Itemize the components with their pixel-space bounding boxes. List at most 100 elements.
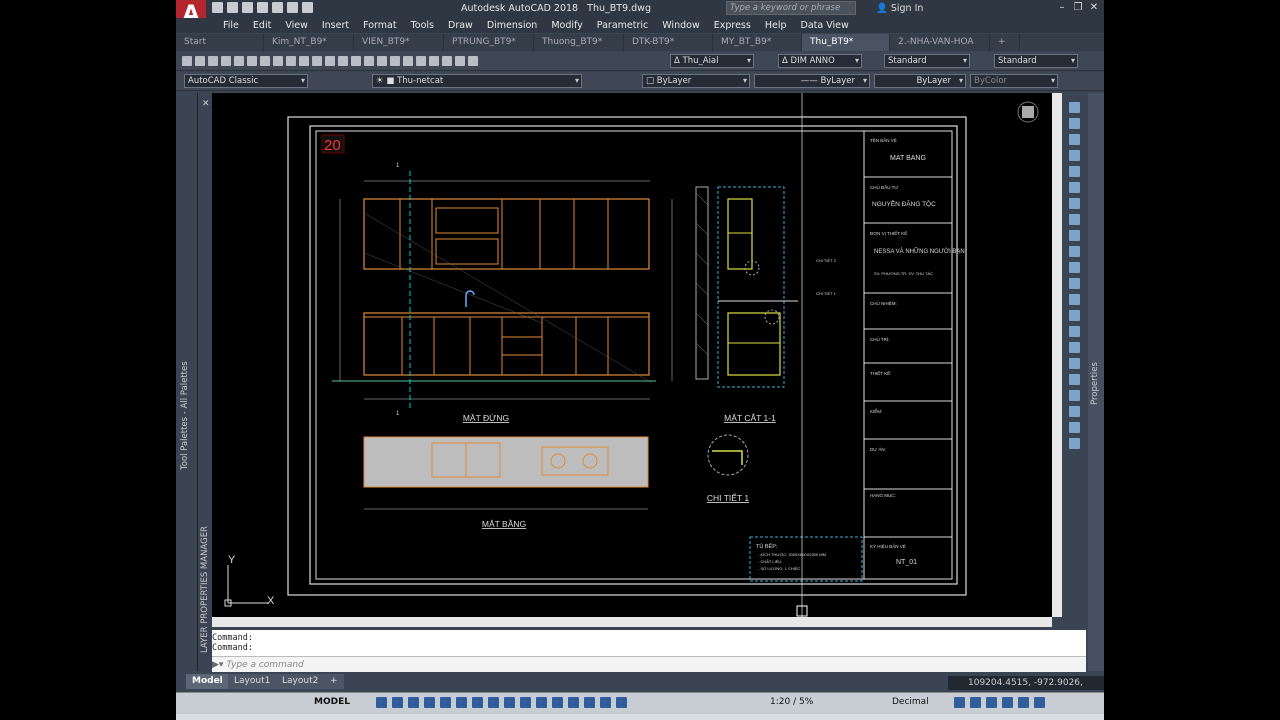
zoom-previous-icon[interactable]	[377, 56, 387, 66]
tab-file[interactable]: 2.-NHA-VAN-HOA	[890, 34, 990, 51]
tab-layout1[interactable]: Layout1	[228, 674, 277, 689]
menu-tools[interactable]: Tools	[404, 18, 441, 33]
horizontal-scrollbar[interactable]	[212, 617, 1052, 627]
text-icon[interactable]	[1068, 422, 1080, 433]
tool-palettes-icon[interactable]	[416, 56, 426, 66]
tool-palettes-bar[interactable]: Tool Palettes - All Palettes	[180, 361, 194, 670]
table-style-select[interactable]: Standard	[884, 54, 970, 68]
tab-file[interactable]: MY_BT_B9*	[713, 34, 802, 51]
sheetset-icon[interactable]	[429, 56, 439, 66]
help-icon[interactable]	[468, 56, 478, 66]
copy-icon[interactable]	[273, 56, 283, 66]
extend-icon[interactable]	[1068, 262, 1080, 273]
publish-icon[interactable]	[247, 56, 257, 66]
linetype-select[interactable]: —— ByLayer	[754, 74, 870, 88]
open-icon[interactable]	[227, 2, 238, 13]
preview-icon[interactable]	[234, 56, 244, 66]
cut-icon[interactable]	[260, 56, 270, 66]
annotation-visibility-icon[interactable]	[600, 697, 611, 708]
saveas-icon[interactable]	[257, 2, 268, 13]
block-icon[interactable]	[1068, 406, 1080, 417]
redo-icon[interactable]	[302, 2, 313, 13]
menu-modify[interactable]: Modify	[544, 18, 589, 33]
zoom-icon[interactable]	[351, 56, 361, 66]
chamfer-icon[interactable]	[1068, 310, 1080, 321]
properties-bar[interactable]: Properties	[1088, 93, 1104, 671]
selection-cycling-icon[interactable]	[520, 697, 531, 708]
color-select[interactable]: □ ByLayer	[642, 74, 750, 88]
add-layout-button[interactable]: +	[324, 674, 344, 689]
join-icon[interactable]	[1068, 294, 1080, 305]
sign-in-button[interactable]: 👤 Sign In	[876, 3, 923, 14]
menu-draw[interactable]: Draw	[441, 18, 480, 33]
dynamic-ucs-icon[interactable]	[552, 697, 563, 708]
print-icon[interactable]	[272, 2, 283, 13]
annotation-scale[interactable]: 1:20 / 5%	[770, 697, 813, 707]
menu-file[interactable]: File	[216, 18, 246, 33]
osnap-icon[interactable]	[472, 697, 483, 708]
selection-filter-icon[interactable]	[568, 697, 579, 708]
clean-screen-icon[interactable]	[1018, 697, 1029, 708]
matchprop-icon[interactable]	[299, 56, 309, 66]
ortho-icon[interactable]	[408, 697, 419, 708]
units-select[interactable]: Decimal	[892, 697, 929, 707]
draworder-icon[interactable]	[1068, 374, 1080, 385]
layer-select[interactable]: ☀ ■ Thu-netcat	[372, 74, 582, 88]
redo-icon[interactable]	[325, 56, 335, 66]
markup-icon[interactable]	[442, 56, 452, 66]
erase-icon[interactable]	[1068, 102, 1080, 113]
tab-file[interactable]: DTK-BT9*	[624, 34, 713, 51]
paste-icon[interactable]	[286, 56, 296, 66]
menu-view[interactable]: View	[278, 18, 315, 33]
open-icon[interactable]	[195, 56, 205, 66]
tab-model[interactable]: Model	[186, 674, 229, 689]
grid-icon[interactable]	[376, 697, 387, 708]
save-icon[interactable]	[242, 2, 253, 13]
lineweight-select[interactable]: ByLayer	[874, 74, 966, 88]
workspace-select[interactable]: AutoCAD Classic	[184, 74, 308, 88]
close-icon[interactable]: ✕	[202, 99, 210, 109]
blend-icon[interactable]	[1068, 342, 1080, 353]
graphics-performance-icon[interactable]	[1002, 697, 1013, 708]
menu-dataview[interactable]: Data View	[794, 18, 856, 33]
stretch-icon[interactable]	[1068, 230, 1080, 241]
tab-active[interactable]: Thu_BT9*	[802, 34, 890, 51]
menu-format[interactable]: Format	[356, 18, 403, 33]
pan-icon[interactable]	[338, 56, 348, 66]
move-icon[interactable]	[1068, 182, 1080, 193]
menu-window[interactable]: Window	[655, 18, 706, 33]
break-icon[interactable]	[1068, 278, 1080, 289]
command-prompt-icon[interactable]: ▶▾	[212, 660, 226, 670]
vertical-scrollbar[interactable]	[1052, 93, 1062, 617]
search-input[interactable]: Type a keyword or phrase	[726, 1, 856, 15]
calc-icon[interactable]	[455, 56, 465, 66]
restore-icon[interactable]: ❐	[1072, 2, 1084, 14]
zoom-window-icon[interactable]	[364, 56, 374, 66]
scale-icon[interactable]	[1068, 214, 1080, 225]
save-icon[interactable]	[208, 56, 218, 66]
layer-manager-bar[interactable]: ✕ LAYER PROPERTIES MANAGER	[198, 93, 212, 671]
dim-style-select[interactable]: Δ DIM ANNO	[778, 54, 862, 68]
isodraft-icon[interactable]	[440, 697, 451, 708]
menu-insert[interactable]: Insert	[315, 18, 356, 33]
autoscale-icon[interactable]	[616, 697, 627, 708]
menu-dimension[interactable]: Dimension	[480, 18, 545, 33]
tab-file[interactable]: PTRUNG_BT9*	[444, 34, 534, 51]
snap-icon[interactable]	[392, 697, 403, 708]
menu-express[interactable]: Express	[707, 18, 758, 33]
isolate-objects-icon[interactable]	[986, 697, 997, 708]
trim-icon[interactable]	[1068, 246, 1080, 257]
array-icon[interactable]	[1068, 166, 1080, 177]
gizmo-icon[interactable]	[584, 697, 595, 708]
model-space-button[interactable]: MODEL	[314, 697, 350, 707]
new-icon[interactable]	[212, 2, 223, 13]
lineweight-icon[interactable]	[488, 697, 499, 708]
tab-file[interactable]: Kim_NT_B9*	[264, 34, 354, 51]
customization-icon[interactable]	[1034, 697, 1045, 708]
menu-parametric[interactable]: Parametric	[590, 18, 655, 33]
plotstyle-select[interactable]: ByColor	[970, 74, 1058, 88]
lock-ui-icon[interactable]	[970, 697, 981, 708]
design-center-icon[interactable]	[403, 56, 413, 66]
hatch-edit-icon[interactable]	[1068, 390, 1080, 401]
tab-start[interactable]: Start	[176, 34, 264, 51]
